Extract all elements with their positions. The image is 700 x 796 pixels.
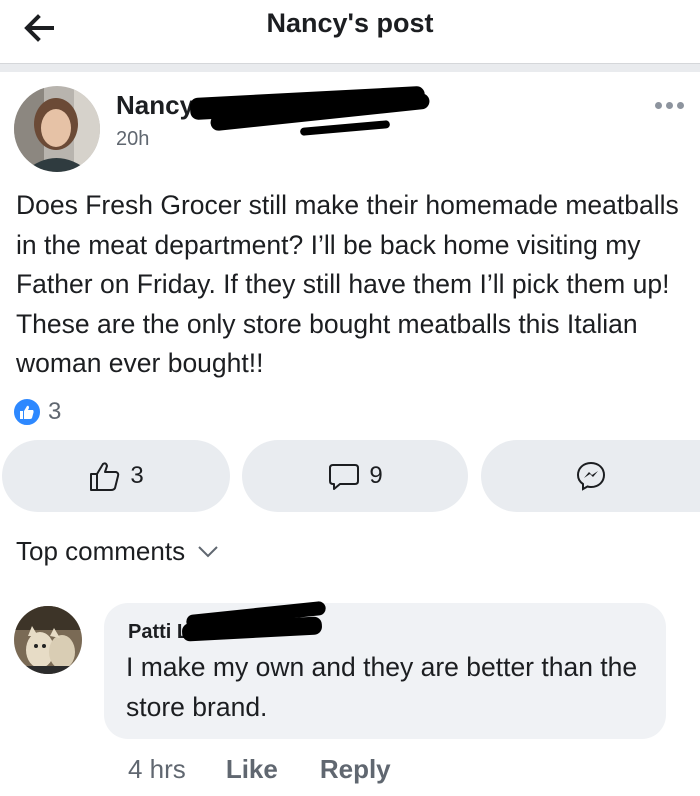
redaction-mark: [299, 120, 391, 136]
post-body: Does Fresh Grocer still make their homem…: [16, 190, 679, 378]
comment-button[interactable]: 9: [242, 440, 468, 512]
commenter-avatar[interactable]: [12, 604, 84, 676]
chevron-down-icon: [198, 545, 218, 557]
page-title: Nancy's post: [266, 8, 434, 38]
like-button[interactable]: 3: [2, 440, 230, 512]
top-bar: Nancy's post: [0, 0, 700, 64]
thumbs-up-icon: [90, 462, 120, 491]
divider: [0, 64, 700, 72]
post-timestamp[interactable]: 20h: [116, 128, 149, 151]
comment-text: I make my own and they are better than t…: [126, 652, 638, 722]
comments-sort-label: Top comments: [16, 536, 186, 566]
commenter-name[interactable]: Patti L: [128, 621, 189, 644]
messenger-icon: [576, 461, 605, 491]
comment-count: 9: [369, 462, 383, 489]
comment-timestamp[interactable]: 4 hrs: [128, 754, 186, 785]
like-reaction-icon: [12, 397, 42, 427]
comments-sort-dropdown[interactable]: Top comments: [16, 536, 219, 567]
comment-reply-button[interactable]: Reply: [320, 754, 391, 785]
comment-like-button[interactable]: Like: [226, 754, 278, 785]
comment-actions: 4 hrs Like Reply: [128, 754, 433, 785]
comment-bubble-icon: [329, 464, 360, 490]
more-options-button[interactable]: [655, 96, 695, 120]
messenger-share-button[interactable]: [481, 440, 700, 512]
like-count: 3: [130, 462, 144, 489]
author-avatar[interactable]: [14, 86, 100, 172]
reaction-summary[interactable]: 3: [12, 394, 61, 430]
more-dots-icon: [655, 102, 662, 109]
reaction-count: 3: [48, 398, 62, 425]
author-name[interactable]: Nancy: [116, 90, 194, 121]
